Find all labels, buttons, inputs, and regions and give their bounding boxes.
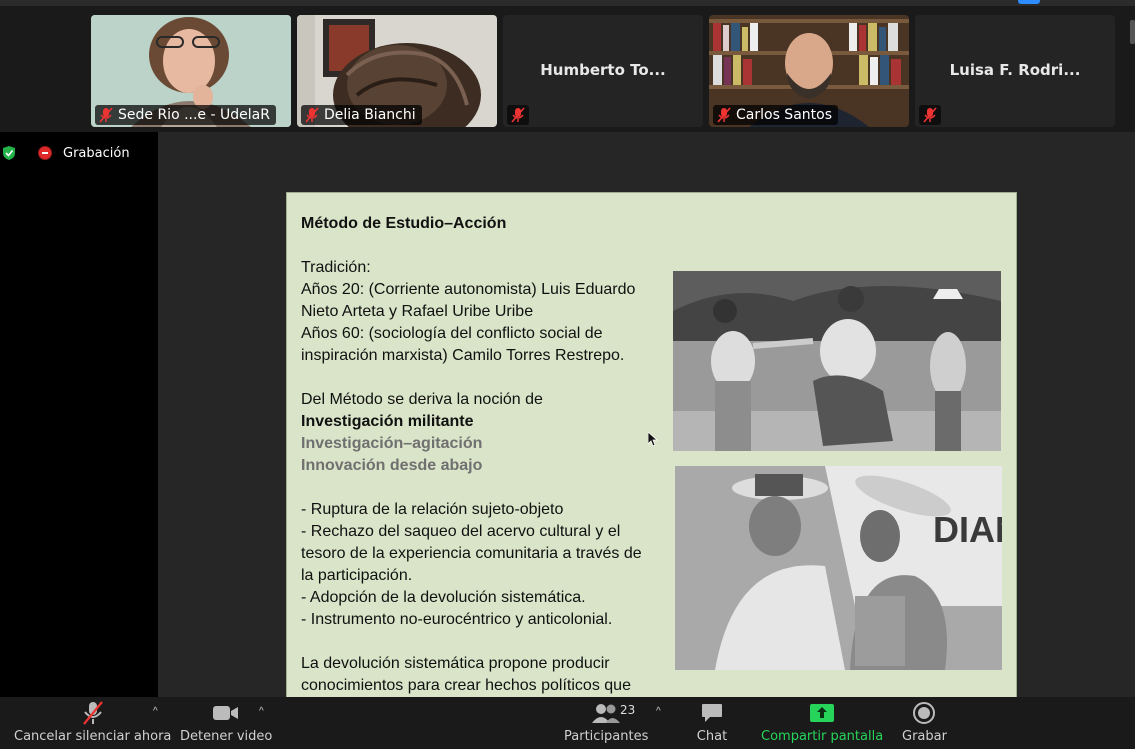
mic-muted-icon (99, 107, 113, 123)
slide-line: Investigación militante (301, 413, 474, 430)
slide-line: Innovación desde abajo (301, 457, 483, 474)
slide-line: inspiración marxista) Camilo Torres Rest… (301, 347, 625, 364)
share-screen-icon (810, 704, 835, 722)
slide-line: Del Método se deriva la noción de (301, 391, 543, 408)
recording-label: Grabación (63, 145, 130, 161)
photo-image (673, 271, 1001, 451)
mouse-cursor-icon (648, 432, 658, 446)
video-options-chevron-icon[interactable]: ^ (259, 706, 264, 717)
shared-screen: Método de Estudio–Acción Tradición: Años… (158, 132, 1135, 697)
mic-muted-icon (511, 107, 525, 123)
participants-count-badge: 23 (620, 703, 636, 717)
mic-muted-icon (923, 107, 937, 123)
photo-image: DIANO (675, 466, 1002, 670)
slide-bullet: - Ruptura de la relación sujeto-objeto (301, 501, 564, 518)
stop-video-label: Detener video (180, 729, 273, 744)
participant-name: Humberto To... (540, 61, 666, 79)
share-screen-label: Compartir pantalla (761, 729, 884, 744)
participant-name: Carlos Santos (736, 107, 832, 123)
slide-line: conocimientos para crear hechos político… (301, 677, 631, 694)
participant-tile[interactable]: Carlos Santos (709, 15, 909, 127)
mic-muted-badge (507, 105, 529, 125)
audio-options-chevron-icon[interactable]: ^ (153, 706, 158, 717)
slide-line: La devolución sistemática propone produc… (301, 655, 610, 672)
slide-text: Método de Estudio–Acción Tradición: Años… (301, 213, 671, 697)
participants-label: Participantes (564, 729, 649, 744)
participant-nametag: Carlos Santos (713, 105, 838, 125)
slide-line: Nieto Arteta y Rafael Uribe Uribe (301, 303, 534, 320)
slide-line: Investigación–agitación (301, 435, 483, 452)
participants-options-chevron-icon[interactable]: ^ (656, 706, 661, 717)
participant-tile[interactable]: Sede Rio ...e - UdelaR (91, 15, 291, 127)
recording-indicator[interactable]: Grabación (0, 144, 130, 162)
slide-bullet: tesoro de la experiencia comunitaria a t… (301, 545, 642, 562)
unmute-button[interactable]: Cancelar silenciar ahora (14, 697, 171, 749)
slide-line: Años 60: (sociología del conflicto socia… (301, 325, 603, 342)
slide-bullet: - Instrumento no-eurocéntrico y anticolo… (301, 611, 613, 628)
participant-strip: Sede Rio ...e - UdelaR Delia Bianchi Hum… (0, 6, 1135, 132)
video-camera-icon (213, 706, 239, 720)
left-sidebar: Grabación (0, 132, 158, 697)
record-button[interactable]: Grabar (902, 697, 947, 749)
participants-button[interactable]: Participantes (564, 697, 648, 749)
slide-bullet: - Rechazo del saqueo del acervo cultural… (301, 523, 621, 540)
participant-tile[interactable]: Luisa F. Rodri... (915, 15, 1115, 127)
slide-photo-conversation: DIANO (675, 466, 1002, 670)
participants-icon (592, 704, 621, 723)
slide-bullet: - Adopción de la devolución sistemática. (301, 589, 586, 606)
participant-name: Sede Rio ...e - UdelaR (118, 107, 270, 123)
mic-muted-icon (82, 701, 103, 725)
record-label: Grabar (902, 729, 947, 744)
slide-line: Tradición: (301, 259, 371, 276)
share-screen-button[interactable]: Compartir pantalla (761, 697, 883, 749)
chat-button[interactable]: Chat (692, 697, 732, 749)
slide-photo-handshake (673, 271, 1001, 451)
participant-nametag: Sede Rio ...e - UdelaR (95, 105, 276, 125)
participant-nametag: Delia Bianchi (301, 105, 422, 125)
mic-muted-icon (305, 107, 319, 123)
strip-scroll-handle[interactable] (1130, 20, 1135, 44)
unmute-label: Cancelar silenciar ahora (14, 729, 172, 744)
participant-tile[interactable]: Delia Bianchi (297, 15, 497, 127)
stop-video-button[interactable]: Detener video (180, 697, 272, 749)
record-icon (913, 702, 936, 724)
record-dot-icon (38, 146, 52, 160)
shield-icon (3, 146, 15, 160)
mic-muted-badge (919, 105, 941, 125)
mic-muted-icon (717, 107, 731, 123)
participant-name: Luisa F. Rodri... (949, 61, 1081, 79)
chat-bubble-icon (702, 704, 722, 722)
participant-name: Delia Bianchi (324, 107, 416, 123)
slide-line: Años 20: (Corriente autonomista) Luis Ed… (301, 281, 636, 298)
chat-label: Chat (696, 729, 728, 744)
participant-tile[interactable]: Humberto To... (503, 15, 703, 127)
slide-title: Método de Estudio–Acción (301, 215, 507, 232)
slide-bullet: la participación. (301, 567, 413, 584)
meeting-toolbar: Cancelar silenciar ahora ^ Detener video… (0, 697, 1135, 749)
status-pill (1018, 0, 1040, 4)
